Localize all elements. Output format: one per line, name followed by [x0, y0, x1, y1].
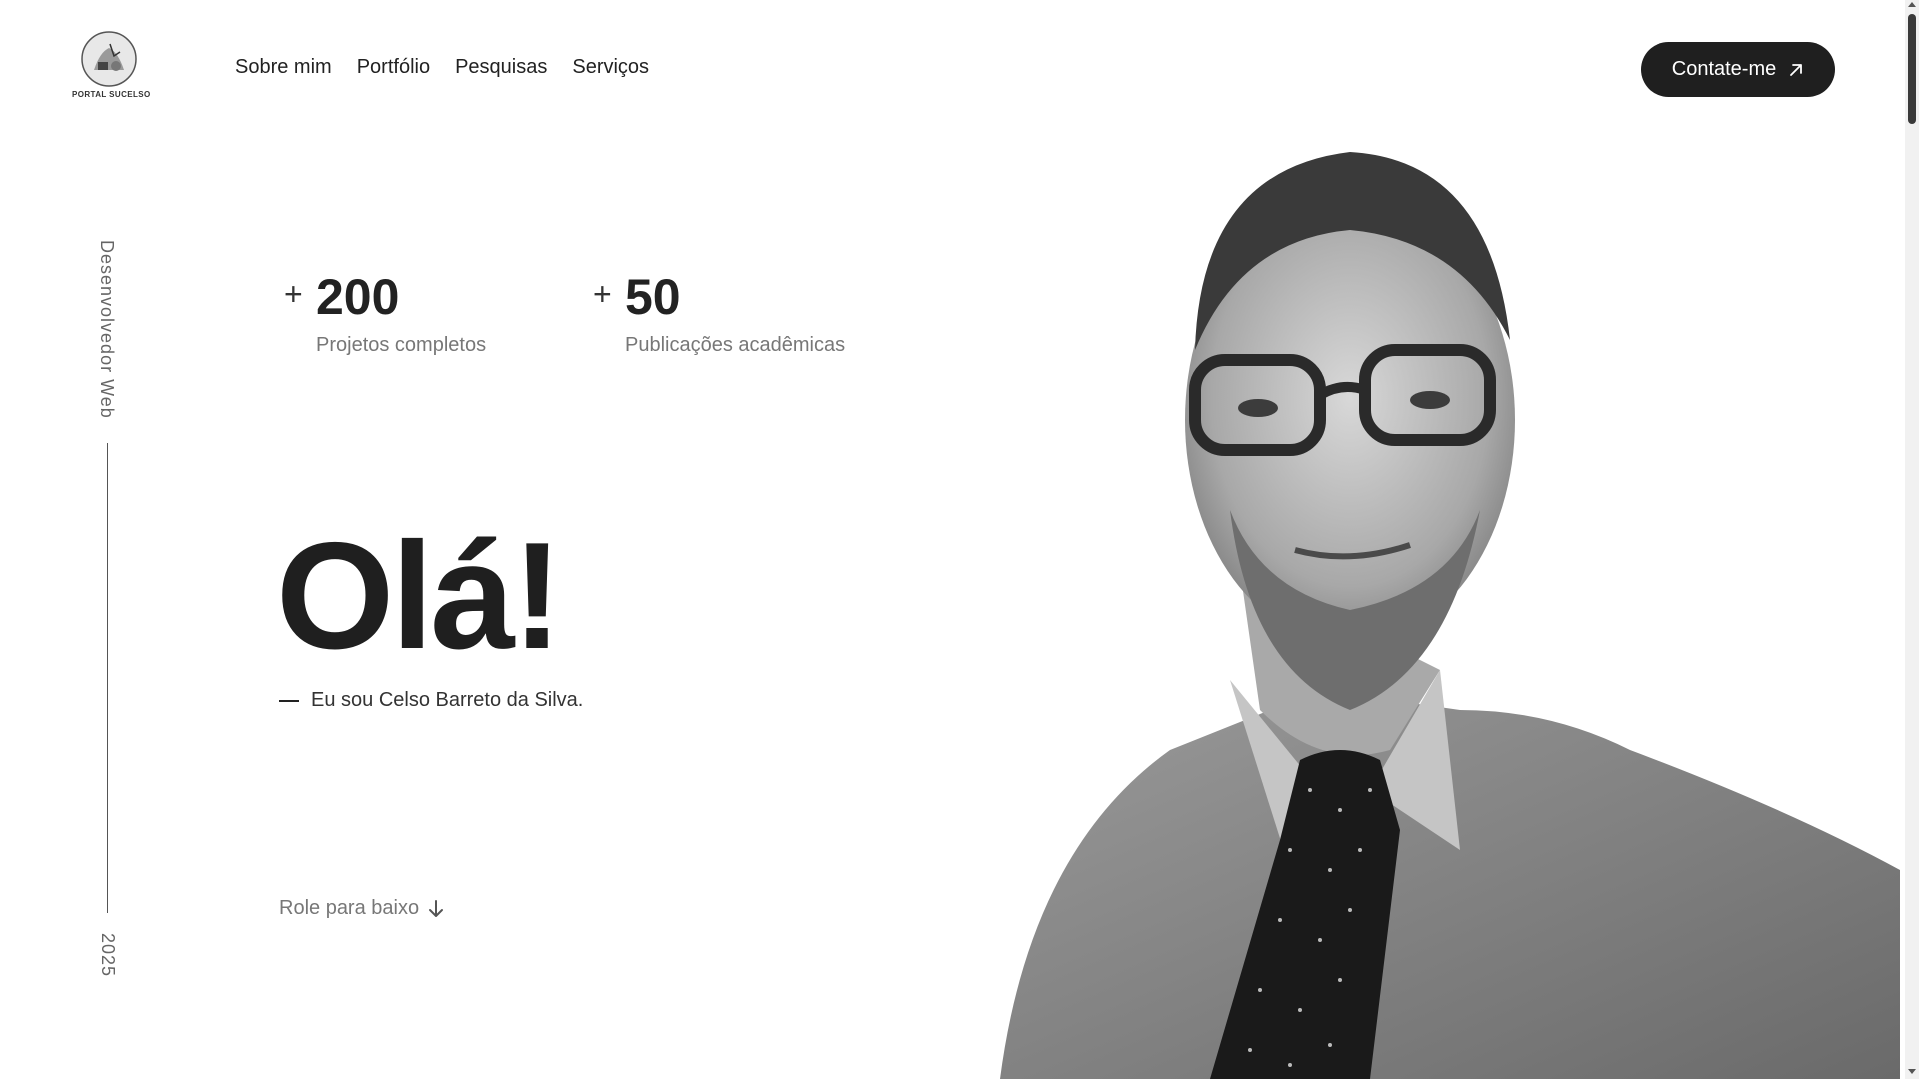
- scroll-hint-label: Role para baixo: [279, 897, 420, 919]
- nav-item-portfolio[interactable]: Portfólio: [357, 56, 430, 79]
- scroll-down-arrow-icon[interactable]: [1908, 1069, 1916, 1074]
- arrow-down-icon: [429, 899, 444, 917]
- nav-item-sobre-mim[interactable]: Sobre mim: [235, 56, 332, 79]
- brand-logo[interactable]: PORTAL SUCELSO: [72, 30, 151, 102]
- scroll-down-link[interactable]: Role para baixo: [279, 897, 445, 920]
- contact-button-label: Contate-me: [1671, 58, 1777, 80]
- logo-emblem-icon: [81, 31, 137, 87]
- arrow-up-right-icon: [1790, 63, 1803, 76]
- side-role-label: Desenvolvedor Web: [97, 240, 117, 419]
- scroll-up-arrow-icon[interactable]: [1908, 2, 1916, 7]
- logo-text: PORTAL SUCELSO: [72, 90, 151, 99]
- hero-subtitle-text: Eu sou Celso Barreto da Silva.: [311, 689, 584, 711]
- side-year-label: 2025: [98, 933, 118, 978]
- stat-plus-sign: +: [593, 276, 612, 312]
- scrollbar-thumb[interactable]: [1908, 14, 1916, 124]
- stat-label: Projetos completos: [316, 334, 487, 356]
- subtitle-dash: [279, 699, 299, 702]
- main-nav: Sobre mim Portfólio Pesquisas Serviços: [235, 56, 649, 79]
- hero-subtitle: Eu sou Celso Barreto da Silva.: [279, 689, 583, 712]
- stat-label: Publicações acadêmicas: [625, 334, 846, 356]
- contact-button[interactable]: Contate-me: [1641, 42, 1835, 97]
- hero-title: Olá!: [276, 511, 563, 681]
- page-scrollbar[interactable]: [1905, 0, 1919, 1079]
- stat-publications: + 50 Publicações acadêmicas: [593, 268, 893, 368]
- nav-item-pesquisas[interactable]: Pesquisas: [455, 56, 547, 79]
- profile-photo: [1000, 152, 1900, 1079]
- stat-value: 50: [625, 269, 681, 325]
- stat-plus-sign: +: [284, 276, 303, 312]
- stat-projects: + 200 Projetos completos: [284, 268, 544, 368]
- nav-item-servicos[interactable]: Serviços: [572, 56, 649, 79]
- stat-value: 200: [316, 269, 400, 325]
- side-divider: [107, 443, 108, 913]
